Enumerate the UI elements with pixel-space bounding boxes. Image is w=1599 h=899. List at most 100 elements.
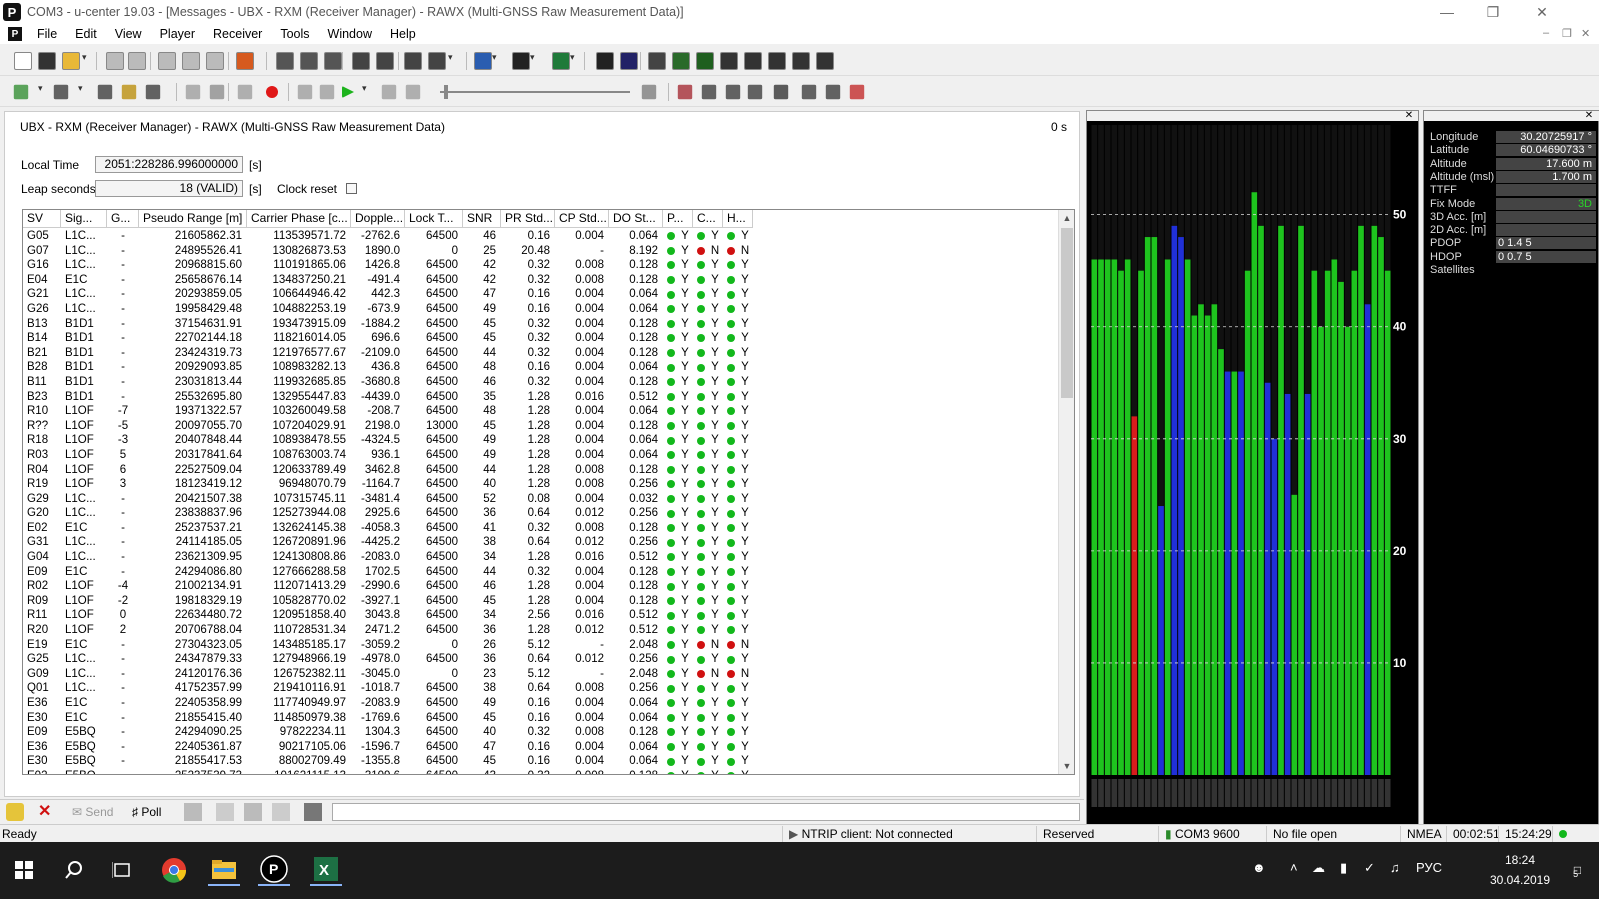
menu-tools[interactable]: Tools bbox=[271, 27, 318, 41]
mdi-minimize-icon[interactable]: – bbox=[1543, 27, 1557, 41]
map-icon[interactable] bbox=[816, 52, 834, 70]
stats-view-icon[interactable] bbox=[768, 52, 786, 70]
table-row[interactable]: G31 L1C... - 24114185.05 126720891.96 -4425.2… bbox=[23, 535, 753, 550]
baudrate-icon[interactable] bbox=[53, 84, 69, 100]
table-row[interactable]: G29 L1C... - 20421507.38 107315745.11 -3481.4… bbox=[23, 492, 753, 507]
table-row[interactable]: R19 L1OF 3 18123419.12 96948070.79 -1164.7 645… bbox=[23, 477, 753, 492]
table-row[interactable]: B23 B1D1 - 25532695.80 132955447.83 -4439.0 64… bbox=[23, 390, 753, 405]
view-icon[interactable] bbox=[428, 52, 446, 70]
table-row[interactable]: R?? L1OF -5 20097055.70 107204029.91 2198.0 13… bbox=[23, 419, 753, 434]
table-row[interactable]: E19 E1C - 27304323.05 143485185.17 -3059.2 0 26… bbox=[23, 638, 753, 653]
people-icon[interactable]: ☻ bbox=[1252, 860, 1266, 875]
u-center-icon[interactable]: P bbox=[258, 854, 290, 886]
table-row[interactable]: R18 L1OF -3 20407848.44 108938478.55 -4324.5 6… bbox=[23, 433, 753, 448]
tray-chevron-icon[interactable]: ˄ bbox=[1290, 860, 1298, 875]
menu-view[interactable]: View bbox=[106, 27, 151, 41]
print-preview-icon[interactable] bbox=[128, 52, 146, 70]
table-row[interactable]: G07 L1C... - 24895526.41 130826873.53 1890.0 0… bbox=[23, 244, 753, 259]
playback-slider-thumb[interactable] bbox=[444, 85, 448, 99]
dock-icon[interactable] bbox=[276, 52, 294, 70]
notification-icon[interactable]: □ 5 bbox=[1560, 854, 1592, 886]
table-view-icon[interactable] bbox=[672, 52, 690, 70]
restore-button[interactable]: ❐ bbox=[1470, 0, 1516, 24]
open-icon[interactable] bbox=[62, 52, 80, 70]
camera-icon[interactable] bbox=[596, 52, 614, 70]
task-view-icon[interactable] bbox=[106, 854, 138, 886]
view-dropdown-icon[interactable]: ▾ bbox=[448, 52, 456, 70]
gear-icon[interactable] bbox=[849, 84, 865, 100]
scroll-down-icon[interactable]: ▼ bbox=[1059, 758, 1074, 774]
onedrive-icon[interactable]: ☁ bbox=[1312, 860, 1325, 876]
play-icon[interactable] bbox=[342, 86, 354, 98]
table-row[interactable]: B14 B1D1 - 22702144.18 118216014.05 696.6 6450… bbox=[23, 331, 753, 346]
column-header[interactable]: C... bbox=[693, 210, 723, 228]
save-icon[interactable] bbox=[38, 52, 56, 70]
table-row[interactable]: E02E5BQ-25237539.73101621115.13-3109.664… bbox=[23, 769, 753, 774]
layout2-icon[interactable] bbox=[376, 52, 394, 70]
reset-icon[interactable] bbox=[145, 84, 161, 100]
column-header[interactable]: Dopple... bbox=[351, 210, 405, 228]
hot-start-icon[interactable] bbox=[677, 84, 693, 100]
fast-forward-icon[interactable] bbox=[381, 84, 397, 100]
chart-dropdown-icon[interactable]: ▾ bbox=[492, 52, 500, 70]
start-icon[interactable] bbox=[8, 854, 40, 886]
column-header[interactable]: Sig... bbox=[61, 210, 107, 228]
histogram-icon[interactable] bbox=[552, 52, 570, 70]
table-row[interactable]: R03 L1OF 5 20317841.64 108763003.74 936.1 6450… bbox=[23, 448, 753, 463]
column-header[interactable]: Pseudo Range [m] bbox=[139, 210, 247, 228]
dock3-icon[interactable] bbox=[324, 52, 342, 70]
table-row[interactable]: R02 L1OF -4 21002134.91 112071413.29 -2990.6 6… bbox=[23, 579, 753, 594]
factory-reset-icon[interactable] bbox=[747, 84, 763, 100]
close-nav-panel-icon[interactable]: ✕ bbox=[1584, 111, 1594, 121]
table-row[interactable]: E09 E1C - 24294086.80 127666288.58 1702.5 6450… bbox=[23, 565, 753, 580]
table-row[interactable]: E02 E1C - 25237537.21 132624145.38 -4058.3 645… bbox=[23, 521, 753, 536]
table-row[interactable]: R04 L1OF 6 22527509.04 120633789.49 3462.8 645… bbox=[23, 463, 753, 478]
baudrate-dropdown-icon[interactable]: ▾ bbox=[78, 83, 86, 101]
table-row[interactable]: B11 B1D1 - 23031813.44 119932685.85 -3680.8 64… bbox=[23, 375, 753, 390]
command-input[interactable] bbox=[332, 803, 1080, 821]
table-row[interactable]: R09 L1OF -2 19818329.19 105828770.02 -3927.1 6… bbox=[23, 594, 753, 609]
lock-icon[interactable] bbox=[6, 803, 24, 821]
file-explorer-icon[interactable] bbox=[208, 854, 240, 886]
search-icon[interactable] bbox=[58, 854, 90, 886]
taskbar-clock[interactable]: 18:24 30.04.2019 bbox=[1485, 850, 1555, 890]
histogram-dropdown-icon[interactable]: ▾ bbox=[570, 52, 578, 70]
new-icon[interactable] bbox=[14, 52, 32, 70]
paste-icon[interactable] bbox=[206, 52, 224, 70]
gnss-config-icon[interactable] bbox=[773, 84, 789, 100]
column-header[interactable]: P... bbox=[663, 210, 693, 228]
delete-file-icon[interactable] bbox=[236, 52, 254, 70]
send-button[interactable]: ✉ Send bbox=[72, 803, 113, 821]
save-icon[interactable] bbox=[304, 803, 322, 821]
filter-icon[interactable] bbox=[244, 803, 262, 821]
table-row[interactable]: R20 L1OF 2 20706788.04 110728531.34 2471.2 645… bbox=[23, 623, 753, 638]
column-header[interactable]: Carrier Phase [c... bbox=[247, 210, 351, 228]
signal-view-icon[interactable] bbox=[696, 52, 714, 70]
table-row[interactable]: G05 L1C... - 21605862.31 113539571.72 -2762.6… bbox=[23, 229, 753, 244]
clock-reset-checkbox[interactable] bbox=[346, 183, 357, 194]
battery-icon[interactable]: ▮ bbox=[1340, 860, 1347, 876]
sigma-icon[interactable] bbox=[404, 52, 422, 70]
eject-icon[interactable] bbox=[185, 84, 201, 100]
table-row[interactable]: B13 B1D1 - 37154631.91 193473915.09 -1884.2 64… bbox=[23, 317, 753, 332]
table-row[interactable]: E30 E1C - 21855415.40 114850979.38 -1769.6 645… bbox=[23, 711, 753, 726]
column-header[interactable]: SV bbox=[23, 210, 61, 228]
menu-file[interactable]: File bbox=[28, 27, 66, 41]
column-header[interactable]: PR Std... bbox=[501, 210, 555, 228]
print-icon[interactable] bbox=[106, 52, 124, 70]
table-row[interactable]: G21 L1C... - 20293859.05 106644946.42 442.3 64… bbox=[23, 287, 753, 302]
scroll-up-icon[interactable]: ▲ bbox=[1059, 210, 1074, 226]
pause-icon[interactable] bbox=[237, 84, 253, 100]
table-row[interactable]: B21 B1D1 - 23424319.73 121976577.67 -2109.0 64… bbox=[23, 346, 753, 361]
connection-icon[interactable] bbox=[13, 84, 29, 100]
menu-edit[interactable]: Edit bbox=[66, 27, 106, 41]
settings-icon[interactable] bbox=[825, 84, 841, 100]
close-signal-panel-icon[interactable]: ✕ bbox=[1404, 111, 1414, 121]
config-icon[interactable] bbox=[801, 84, 817, 100]
table-row[interactable]: E09 E5BQ - 24294090.25 97822234.11 1304.3 6450… bbox=[23, 725, 753, 740]
table-row[interactable]: G09 L1C... - 24120176.36 126752382.11 -3045.0… bbox=[23, 667, 753, 682]
column-header[interactable]: G... bbox=[107, 210, 139, 228]
dock2-icon[interactable] bbox=[300, 52, 318, 70]
table-row[interactable]: B28 B1D1 - 20929093.85 108983282.13 436.8 6450… bbox=[23, 360, 753, 375]
table-row[interactable]: G26 L1C... - 19958429.48 104882253.19 -673.9 6… bbox=[23, 302, 753, 317]
